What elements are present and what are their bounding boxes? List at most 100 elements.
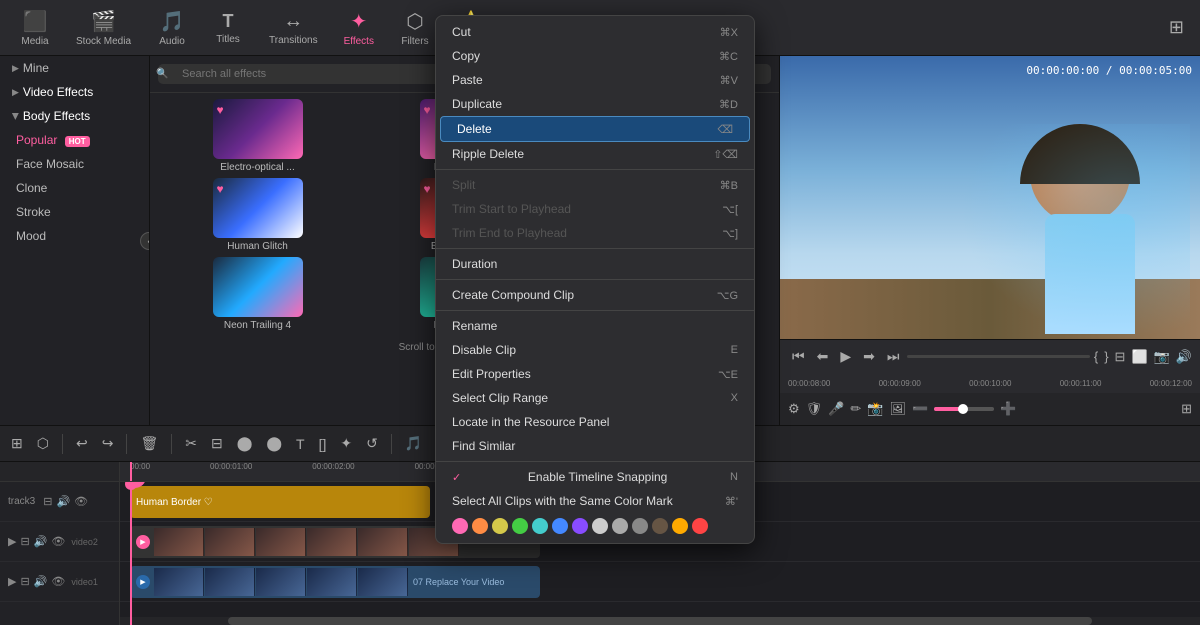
color-swatch-dark-gray[interactable]: [632, 518, 648, 534]
preview-play-button[interactable]: ▶: [836, 346, 855, 367]
trim-right-icon[interactable]: ⬤: [263, 432, 285, 455]
redo-icon[interactable]: ↪: [99, 432, 117, 455]
track-video2-icon3[interactable]: 🔊: [34, 535, 48, 548]
toolbar-filters[interactable]: ⬡ Filters: [388, 5, 442, 51]
ctx-copy[interactable]: Copy ⌘C: [436, 44, 754, 68]
preview-volume-icon[interactable]: 🔊: [1176, 349, 1192, 365]
refresh-timeline-icon[interactable]: ↺: [363, 432, 381, 455]
ctx-locate-resource[interactable]: Locate in the Resource Panel: [436, 410, 754, 434]
sidebar-item-body-effects[interactable]: ▶ Body Effects: [0, 104, 149, 128]
track-3-icon2[interactable]: 🔊: [56, 495, 70, 508]
preview-camera-icon[interactable]: 📷: [1154, 349, 1170, 365]
zoom-handle[interactable]: [958, 404, 968, 414]
color-swatch-green[interactable]: [512, 518, 528, 534]
track-video1-icon1[interactable]: ▶: [8, 575, 16, 588]
track-video2-icon2[interactable]: ⊟: [20, 535, 29, 548]
ctx-cut[interactable]: Cut ⌘X: [436, 20, 754, 44]
ctx-select-same-color[interactable]: Select All Clips with the Same Color Mar…: [436, 489, 754, 513]
sidebar-subitem-face-mosaic[interactable]: Face Mosaic: [0, 152, 149, 176]
ctx-disable-clip[interactable]: Disable Clip E: [436, 338, 754, 362]
toolbar-stock[interactable]: 🎬 Stock Media: [64, 5, 143, 51]
ctx-delete[interactable]: Delete ⌫: [440, 116, 750, 142]
clip-sky-video[interactable]: ▶ 07 Replace Your Video: [130, 566, 540, 598]
ctx-enable-snapping[interactable]: ✓ Enable Timeline Snapping N: [436, 465, 754, 489]
color-swatch-blue[interactable]: [552, 518, 568, 534]
ctx-rename[interactable]: Rename: [436, 314, 754, 338]
effect-item-electro[interactable]: ♥ Electro-optical ...: [156, 99, 359, 174]
trim-left-icon[interactable]: ⬤: [234, 432, 256, 455]
ctx-duration[interactable]: Duration: [436, 252, 754, 276]
color-swatch-amber[interactable]: [672, 518, 688, 534]
effect-item-human-glitch[interactable]: ♥ Human Glitch: [156, 178, 359, 253]
shield-icon[interactable]: 🛡: [806, 401, 823, 417]
timeline-playhead[interactable]: [130, 482, 132, 625]
color-swatch-orange[interactable]: [472, 518, 488, 534]
crop-timeline-icon[interactable]: ⊟: [208, 432, 226, 455]
timeline-scrollbar[interactable]: [120, 617, 1200, 625]
track-video2-icon4[interactable]: 👁: [51, 535, 65, 548]
preview-bracket-left-icon[interactable]: {: [1094, 349, 1098, 365]
track-video1-icon2[interactable]: ⊟: [20, 575, 29, 588]
add-track-icon[interactable]: ⊞: [8, 432, 26, 455]
sidebar-subitem-mood[interactable]: Mood: [0, 224, 149, 248]
toolbar-media[interactable]: ⬛ Media: [8, 5, 62, 51]
color-swatch-brown[interactable]: [652, 518, 668, 534]
preview-forward-frame-button[interactable]: ➡: [859, 346, 879, 367]
zoom-slider[interactable]: [934, 407, 994, 411]
text-timeline-icon[interactable]: T: [293, 433, 308, 455]
edit-icon[interactable]: ✏: [850, 401, 861, 417]
undo-icon[interactable]: ↩: [73, 432, 91, 455]
ctx-create-compound[interactable]: Create Compound Clip ⌥G: [436, 283, 754, 307]
image-icon[interactable]: 🖼: [889, 401, 906, 417]
color-swatch-purple[interactable]: [572, 518, 588, 534]
timeline-scrollbar-thumb[interactable]: [228, 617, 1092, 625]
ctx-edit-properties[interactable]: Edit Properties ⌥E: [436, 362, 754, 386]
ctx-paste[interactable]: Paste ⌘V: [436, 68, 754, 92]
track-3-icon1[interactable]: ⊟: [43, 495, 52, 508]
settings-icon[interactable]: ⚙: [788, 401, 800, 417]
sidebar-subitem-stroke[interactable]: Stroke: [0, 200, 149, 224]
color-swatch-yellow[interactable]: [492, 518, 508, 534]
camera2-icon[interactable]: 📸: [867, 401, 883, 417]
track-3-icon3[interactable]: 👁: [74, 495, 88, 508]
toolbar-audio[interactable]: 🎵 Audio: [145, 5, 199, 51]
sidebar-item-mine[interactable]: ▶ Mine: [0, 56, 149, 80]
preview-bracket-right-icon[interactable]: }: [1104, 349, 1108, 365]
effects-timeline-icon[interactable]: ✦: [337, 432, 355, 455]
zoom-in-icon[interactable]: ➕: [1000, 401, 1016, 417]
grid-view-icon[interactable]: ⊞: [1161, 13, 1192, 42]
layout-icon[interactable]: ⊞: [1181, 401, 1192, 417]
track-video1-icon4[interactable]: 👁: [51, 575, 65, 588]
ctx-ripple-delete[interactable]: Ripple Delete ⇧⌫: [436, 142, 754, 166]
mic-icon[interactable]: 🎤: [828, 401, 844, 417]
sidebar-subitem-clone[interactable]: Clone: [0, 176, 149, 200]
track-video2-icon1[interactable]: ▶: [8, 535, 16, 548]
preview-back-frame-button[interactable]: ⬅: [813, 346, 833, 367]
toolbar-titles[interactable]: T Titles: [201, 7, 255, 49]
bracket-timeline-icon[interactable]: []: [316, 433, 330, 455]
split-audio-icon[interactable]: 🎵: [402, 432, 425, 455]
ctx-duplicate[interactable]: Duplicate ⌘D: [436, 92, 754, 116]
ctx-select-clip-range[interactable]: Select Clip Range X: [436, 386, 754, 410]
preview-rewind-button[interactable]: ⏮: [788, 346, 809, 367]
clip-human-border[interactable]: Human Border ♡: [130, 486, 430, 518]
toolbar-transitions[interactable]: ↔ Transitions: [257, 6, 330, 50]
color-swatch-red[interactable]: [692, 518, 708, 534]
zoom-out-icon[interactable]: ➖: [912, 401, 928, 417]
preview-fullscreen-icon[interactable]: ⬜: [1131, 349, 1147, 365]
effect-item-neon-trailing[interactable]: Neon Trailing 4: [156, 257, 359, 332]
color-swatch-mid-gray[interactable]: [612, 518, 628, 534]
preview-forward-end-button[interactable]: ⏭: [883, 346, 904, 367]
snap-icon[interactable]: ⬡: [34, 432, 52, 455]
sidebar-subitem-popular[interactable]: Popular HOT: [0, 128, 149, 152]
sidebar-item-video-effects[interactable]: ▶ Video Effects: [0, 80, 149, 104]
color-swatch-light-gray[interactable]: [592, 518, 608, 534]
preview-crop-icon[interactable]: ⊟: [1115, 349, 1126, 365]
track-video1-icon3[interactable]: 🔊: [34, 575, 48, 588]
color-swatch-teal[interactable]: [532, 518, 548, 534]
cut-timeline-icon[interactable]: ✂: [182, 432, 200, 455]
ctx-find-similar[interactable]: Find Similar: [436, 434, 754, 458]
color-swatch-pink[interactable]: [452, 518, 468, 534]
delete-timeline-icon[interactable]: 🗑: [137, 432, 161, 455]
toolbar-effects[interactable]: ✦ Effects: [332, 5, 386, 51]
